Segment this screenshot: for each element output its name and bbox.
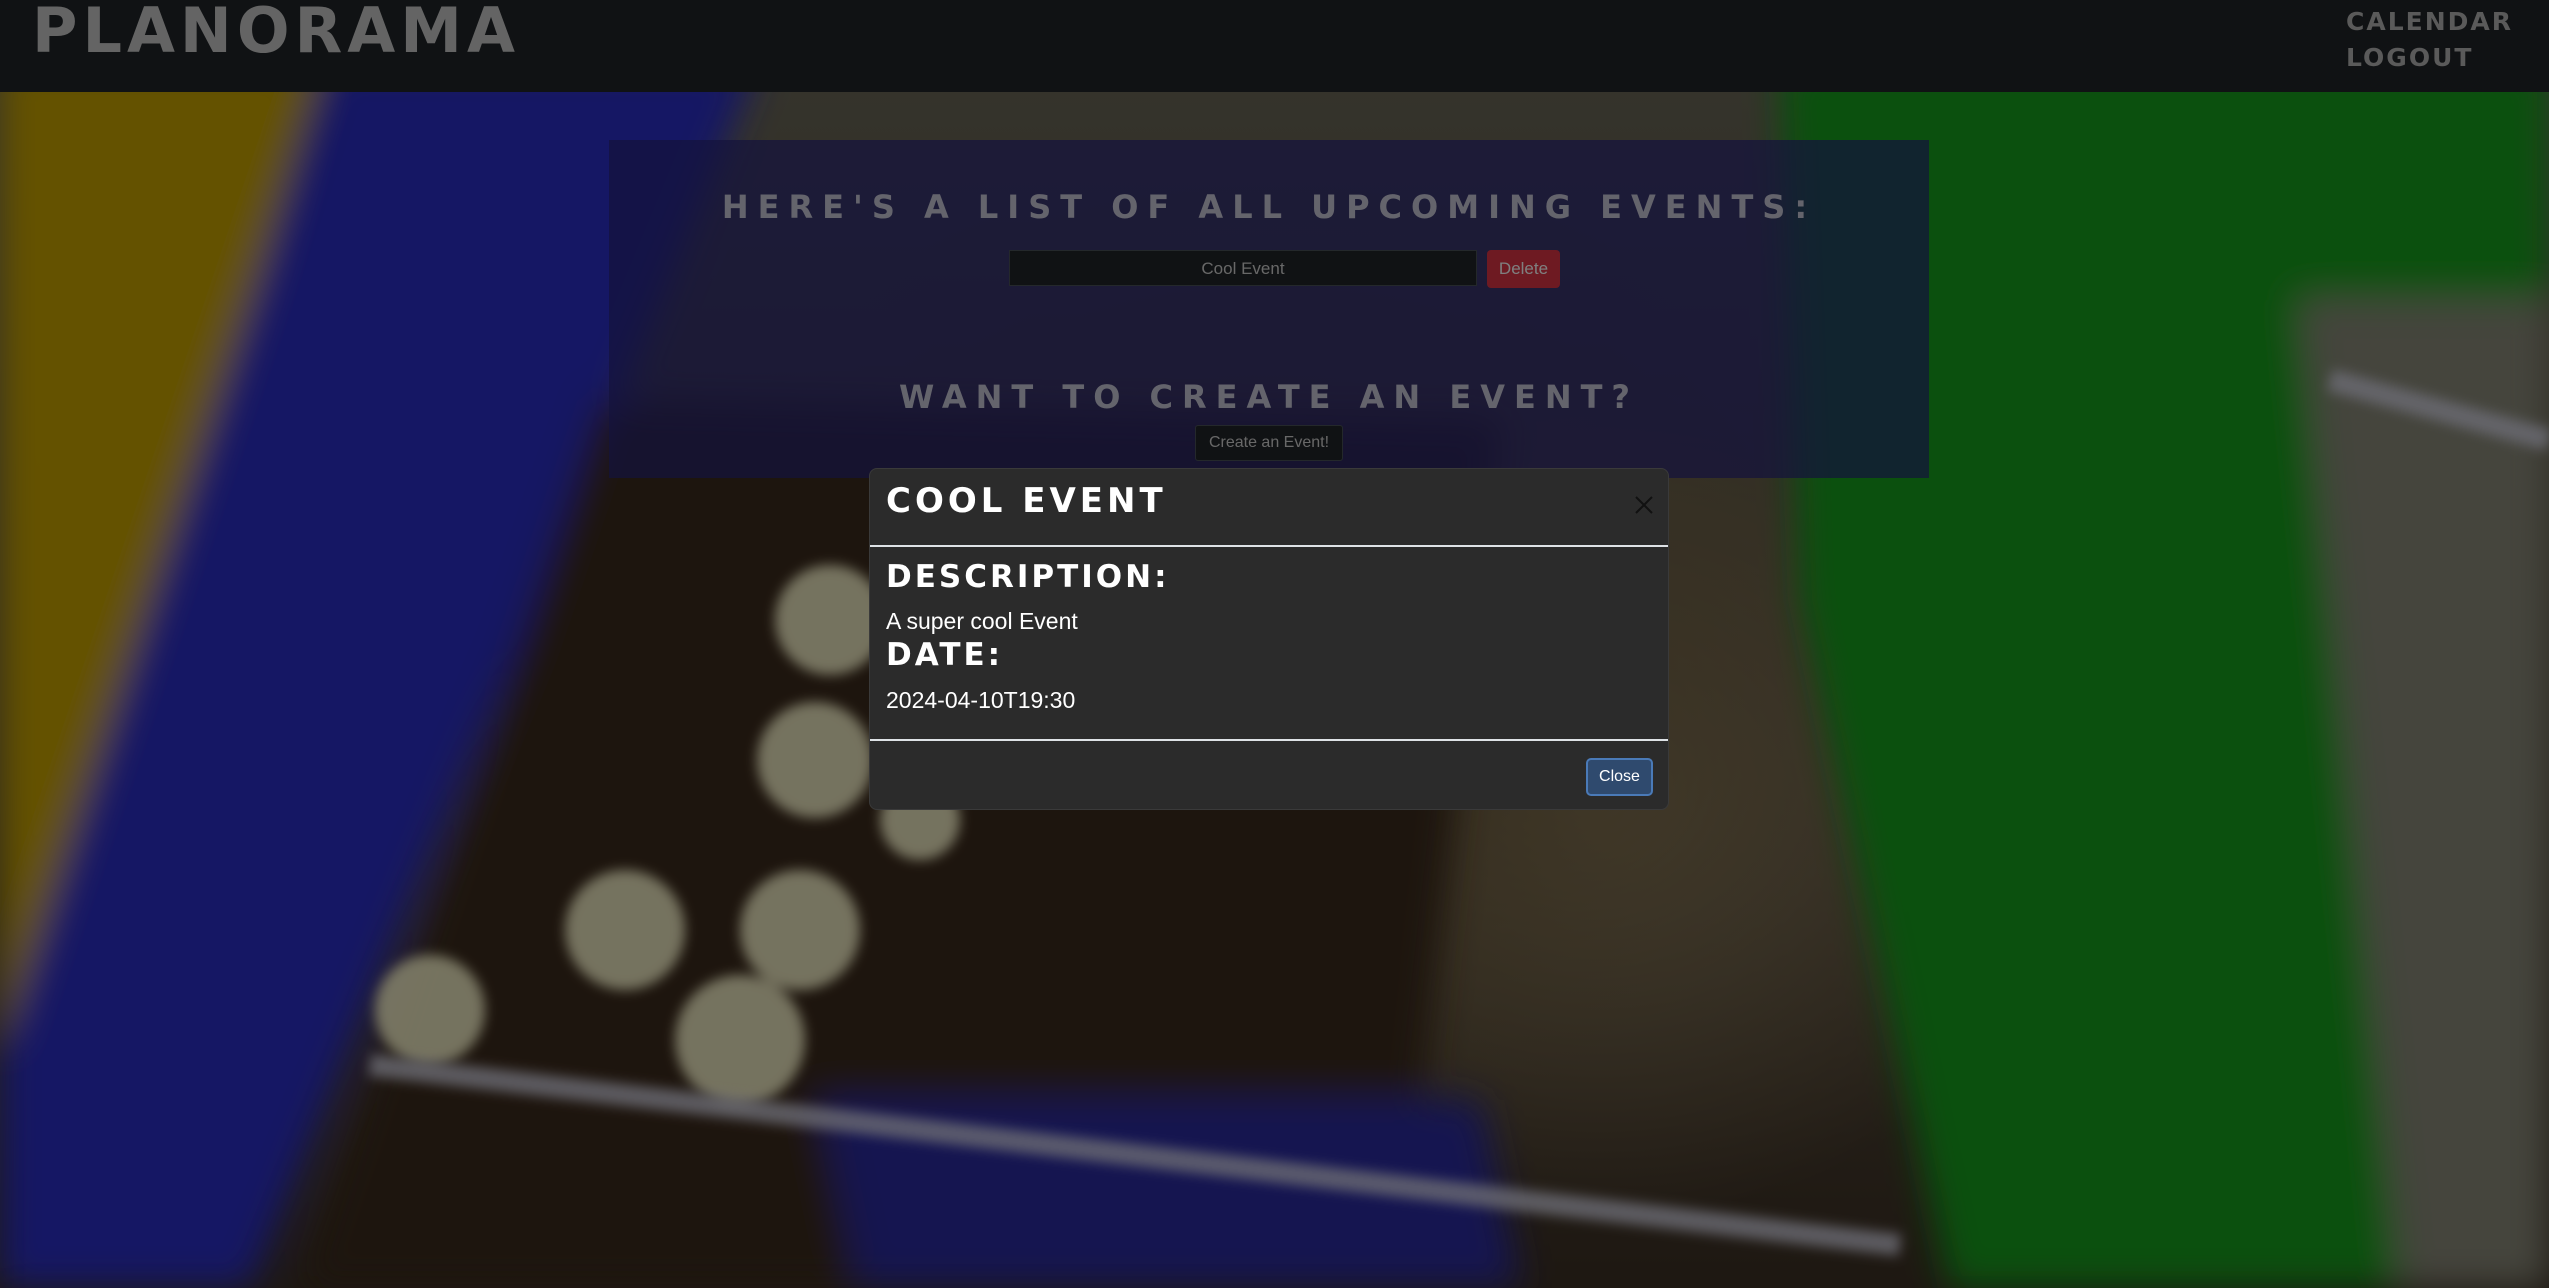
- close-icon[interactable]: [1632, 493, 1656, 517]
- modal-body: DESCRIPTION: A super cool Event DATE: 20…: [870, 547, 1668, 741]
- date-label: DATE:: [886, 637, 1004, 673]
- modal-footer: Close: [870, 741, 1668, 809]
- event-details-modal: COOL EVENT DESCRIPTION: A super cool Eve…: [869, 468, 1669, 810]
- date-value: 2024-04-10T19:30: [886, 687, 1076, 713]
- modal-title: COOL EVENT: [886, 481, 1167, 521]
- close-button[interactable]: Close: [1586, 758, 1653, 796]
- description-value: A super cool Event: [886, 608, 1078, 634]
- modal-header: COOL EVENT: [870, 469, 1668, 547]
- description-label: DESCRIPTION:: [886, 559, 1170, 595]
